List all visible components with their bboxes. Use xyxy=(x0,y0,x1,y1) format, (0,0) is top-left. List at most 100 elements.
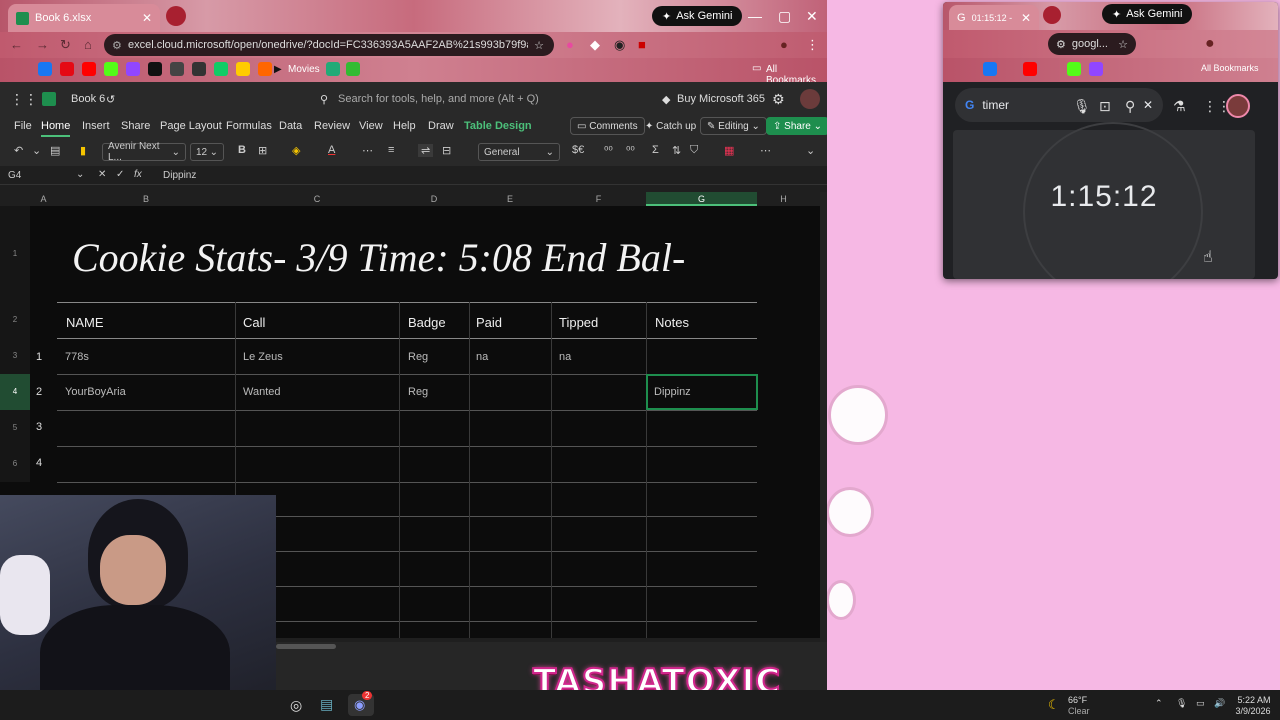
selected-cell-g4[interactable] xyxy=(646,374,758,410)
bookmark-movies[interactable]: Movies xyxy=(288,64,320,75)
tab-insert[interactable]: Insert xyxy=(82,120,110,132)
x-icon[interactable] xyxy=(148,62,162,76)
maximize-icon[interactable]: ▢ xyxy=(778,8,791,25)
extension-icon[interactable]: ◉ xyxy=(614,37,625,53)
netflix-icon[interactable] xyxy=(60,62,74,76)
comments-button[interactable]: ▭ Comments xyxy=(570,117,645,135)
column-header[interactable]: H xyxy=(757,192,810,206)
name-box[interactable]: G4 xyxy=(8,170,86,181)
close-tab-icon[interactable]: ✕ xyxy=(1021,11,1031,25)
cell-call[interactable]: Wanted xyxy=(243,386,281,398)
profile-avatar-icon[interactable]: ● xyxy=(1205,35,1215,53)
column-header[interactable]: B xyxy=(57,192,235,206)
notepad-icon[interactable]: ▤ xyxy=(320,696,333,713)
borders-icon[interactable]: ⊞ xyxy=(258,144,267,157)
column-header[interactable]: A xyxy=(30,192,57,206)
align-icon[interactable]: ≡ xyxy=(388,144,394,156)
enter-icon[interactable]: ✓ xyxy=(116,169,124,180)
kick-icon[interactable] xyxy=(104,62,118,76)
cell-name[interactable]: YourBoyAria xyxy=(65,386,126,398)
row-number[interactable]: 1 xyxy=(36,351,42,363)
fill-color-icon[interactable]: ◈ xyxy=(292,144,300,157)
cell-tipped[interactable]: na xyxy=(559,351,571,363)
ask-gemini-button[interactable]: ✦ Ask Gemini xyxy=(1102,4,1193,24)
menu-icon[interactable]: ⋮ xyxy=(806,37,819,53)
sheet-title[interactable]: Cookie Stats- 3/9 Time: 5:08 End Bal- xyxy=(72,234,685,281)
minimize-icon[interactable]: — xyxy=(748,8,762,24)
url-bar[interactable]: ⚙ excel.cloud.microsoft/open/onedrive/?d… xyxy=(104,34,554,56)
youtube-icon[interactable] xyxy=(82,62,96,76)
row-header-selected[interactable]: 4 xyxy=(0,374,30,410)
weather-desc[interactable]: Clear xyxy=(1068,706,1090,716)
ask-gemini-button[interactable]: ✦ Ask Gemini xyxy=(652,6,743,26)
header-notes[interactable]: Notes xyxy=(655,315,689,330)
currency-icon[interactable]: $€ xyxy=(572,144,584,156)
column-header[interactable]: D xyxy=(399,192,469,206)
twitch-icon[interactable] xyxy=(1089,62,1103,76)
clock-date[interactable]: 3/9/2026 xyxy=(1232,706,1274,716)
all-bookmarks[interactable]: All Bookmarks xyxy=(1201,63,1259,73)
profile-tab-icon[interactable] xyxy=(166,6,186,26)
labs-icon[interactable]: ⚗ xyxy=(1173,98,1186,115)
twitch-icon[interactable] xyxy=(126,62,140,76)
reload-icon[interactable]: ↻ xyxy=(60,37,71,53)
tab-formulas[interactable]: Formulas xyxy=(226,120,272,132)
header-paid[interactable]: Paid xyxy=(476,315,502,330)
volume-icon[interactable]: 🔊 xyxy=(1214,698,1225,709)
forward-icon[interactable]: → xyxy=(36,37,49,52)
editing-mode-button[interactable]: ✎ Editing ⌄ xyxy=(700,117,767,135)
function-icon[interactable]: fx xyxy=(134,169,142,180)
tray-chevron-icon[interactable]: ⌃ xyxy=(1155,698,1163,709)
settings-icon[interactable]: ⚙ xyxy=(772,91,785,108)
font-size-select[interactable]: 12 ⌄ xyxy=(190,143,224,161)
cancel-icon[interactable]: ✕ xyxy=(98,169,106,180)
conditional-format-icon[interactable]: ▦ xyxy=(724,144,734,157)
search-input[interactable]: Search for tools, help, and more (Alt + … xyxy=(338,93,539,105)
extension-icon[interactable]: ■ xyxy=(638,37,646,52)
cell-badge[interactable]: Reg xyxy=(408,351,428,363)
search-icon[interactable]: ⚲ xyxy=(1125,98,1135,115)
browser-tab-book6[interactable]: Book 6.xlsx ✕ xyxy=(8,4,160,32)
network-icon[interactable]: ▭ xyxy=(1196,698,1205,709)
paste-icon[interactable]: ▤ xyxy=(50,144,60,157)
tab-data[interactable]: Data xyxy=(279,120,302,132)
tab-home[interactable]: Home xyxy=(41,120,71,137)
extension-icon[interactable]: ● xyxy=(566,37,574,52)
cell-badge[interactable]: Reg xyxy=(408,386,428,398)
bookmark-icon[interactable] xyxy=(258,62,272,76)
chevron-down-icon[interactable]: ⌄ xyxy=(76,169,84,180)
bookmark-icon[interactable] xyxy=(326,62,340,76)
font-color-icon[interactable]: A xyxy=(328,144,335,156)
back-icon[interactable]: ← xyxy=(10,37,23,52)
timer-display[interactable]: 1:15:12 xyxy=(953,180,1255,214)
row-number[interactable]: 3 xyxy=(36,421,42,433)
kick-icon[interactable] xyxy=(1067,62,1081,76)
site-info-icon[interactable]: ⚙ xyxy=(112,39,122,52)
share-button[interactable]: ⇪ Share ⌄ xyxy=(766,117,827,135)
microphone-icon[interactable]: 🎙 xyxy=(1176,698,1187,709)
catch-up-button[interactable]: ✦ Catch up xyxy=(639,117,702,135)
cell-paid[interactable]: na xyxy=(476,351,488,363)
header-tipped[interactable]: Tipped xyxy=(559,315,598,330)
number-format-select[interactable]: General ⌄ xyxy=(478,143,560,161)
facebook-icon[interactable] xyxy=(983,62,997,76)
increase-decimal-icon[interactable]: ⁰⁰ xyxy=(626,144,635,157)
column-header[interactable]: F xyxy=(551,192,646,206)
header-badge[interactable]: Badge xyxy=(408,315,446,330)
bookmark-star-icon[interactable]: ☆ xyxy=(534,39,544,52)
browser-tab-timer[interactable]: G 01:15:12 - G ✕ xyxy=(949,5,1039,30)
bookmark-icon[interactable] xyxy=(170,62,184,76)
lens-icon[interactable]: ⊡ xyxy=(1099,98,1111,115)
tab-review[interactable]: Review xyxy=(314,120,350,132)
facebook-icon[interactable] xyxy=(38,62,52,76)
row-header[interactable]: 6 xyxy=(0,446,30,482)
url-bar[interactable]: ⚙ googl... ☆ xyxy=(1048,33,1136,55)
row-header[interactable]: 5 xyxy=(0,410,30,446)
formula-input[interactable]: Dippinz xyxy=(163,170,196,181)
row-number[interactable]: 4 xyxy=(36,457,42,469)
row-header[interactable]: 2 xyxy=(0,302,30,338)
format-painter-icon[interactable]: ▮ xyxy=(80,144,86,157)
buy-button[interactable]: Buy Microsoft 365 xyxy=(677,93,765,105)
chevron-down-icon[interactable]: ⌄ xyxy=(32,144,41,157)
column-header-selected[interactable]: G xyxy=(646,192,757,206)
